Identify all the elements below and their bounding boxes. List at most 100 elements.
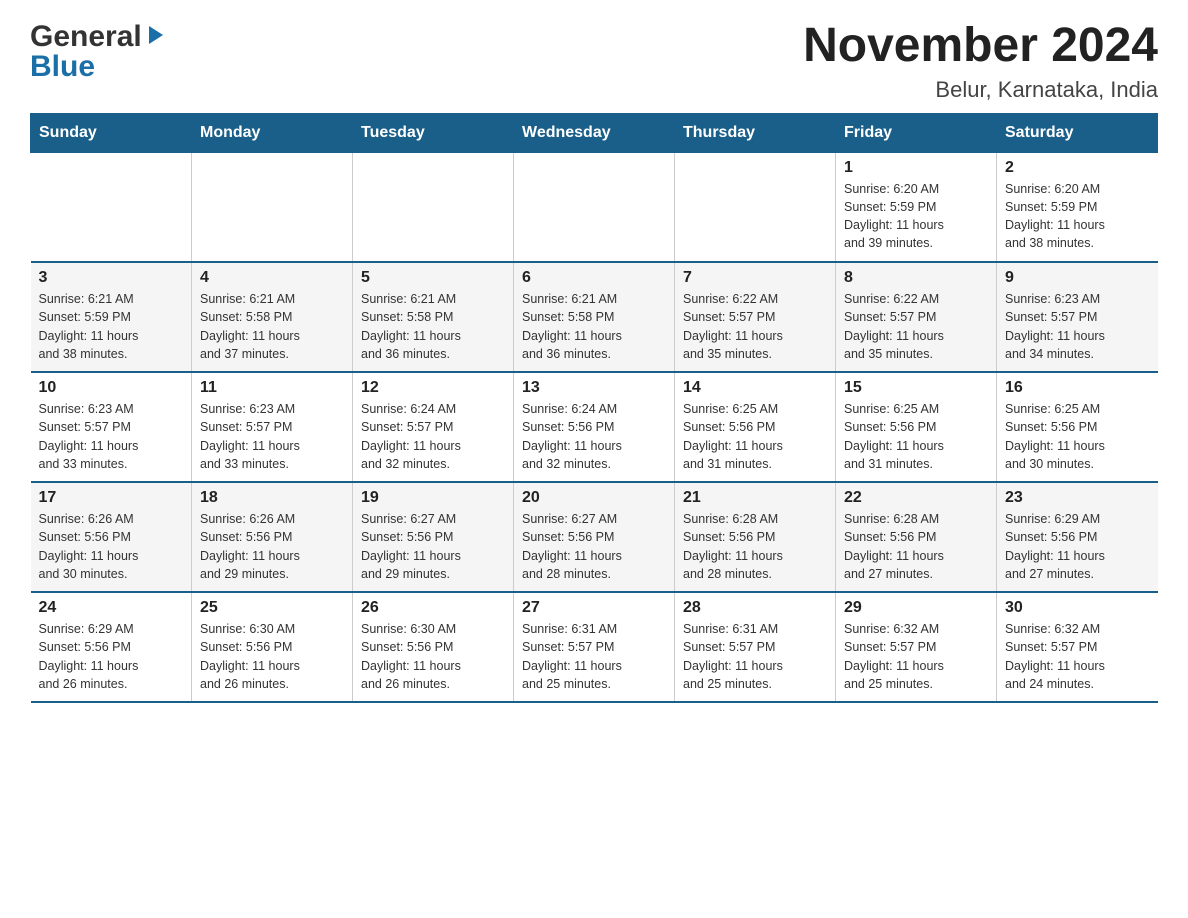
- header-day-saturday: Saturday: [997, 113, 1158, 152]
- calendar-week-4: 17Sunrise: 6:26 AM Sunset: 5:56 PM Dayli…: [31, 482, 1158, 592]
- header-day-monday: Monday: [192, 113, 353, 152]
- day-info: Sunrise: 6:31 AM Sunset: 5:57 PM Dayligh…: [522, 620, 666, 693]
- day-number: 15: [844, 379, 988, 397]
- header-day-friday: Friday: [836, 113, 997, 152]
- day-number: 11: [200, 379, 344, 397]
- day-info: Sunrise: 6:22 AM Sunset: 5:57 PM Dayligh…: [844, 290, 988, 363]
- day-info: Sunrise: 6:23 AM Sunset: 5:57 PM Dayligh…: [39, 400, 184, 473]
- month-title: November 2024: [803, 20, 1158, 73]
- calendar-cell: 19 Sunrise: 6:27 AM Sunset: 5:56 PM Dayli…: [353, 482, 514, 592]
- header-row: SundayMondayTuesdayWednesdayThursdayFrid…: [31, 113, 1158, 152]
- calendar-cell: 20Sunrise: 6:27 AM Sunset: 5:56 PM Dayli…: [514, 482, 675, 592]
- day-number: 25: [200, 599, 344, 617]
- day-info: Sunrise: 6:24 AM Sunset: 5:56 PM Dayligh…: [522, 400, 666, 473]
- day-number: 22: [844, 489, 988, 507]
- day-info: Sunrise: 6:26 AM Sunset: 5:56 PM Dayligh…: [200, 510, 344, 583]
- calendar-cell: [675, 152, 836, 262]
- day-number: 19: [361, 489, 505, 507]
- calendar-week-3: 10Sunrise: 6:23 AM Sunset: 5:57 PM Dayli…: [31, 372, 1158, 482]
- logo-blue-text: Blue: [30, 50, 95, 84]
- day-info: Sunrise: 6:26 AM Sunset: 5:56 PM Dayligh…: [39, 510, 184, 583]
- day-info: Sunrise: 6:31 AM Sunset: 5:57 PM Dayligh…: [683, 620, 827, 693]
- day-info: Sunrise: 6:24 AM Sunset: 5:57 PM Dayligh…: [361, 400, 505, 473]
- calendar-cell: 3Sunrise: 6:21 AM Sunset: 5:59 PM Daylig…: [31, 262, 192, 372]
- calendar-cell: [192, 152, 353, 262]
- logo-general-text: General: [30, 20, 142, 54]
- day-info: Sunrise: 6:32 AM Sunset: 5:57 PM Dayligh…: [1005, 620, 1150, 693]
- day-number: 13: [522, 379, 666, 397]
- calendar-cell: 16 Sunrise: 6:25 AM Sunset: 5:56 PM Dayli…: [997, 372, 1158, 482]
- day-number: 4: [200, 269, 344, 287]
- page-header: General Blue November 2024 Belur, Karnat…: [30, 20, 1158, 103]
- calendar-cell: 8 Sunrise: 6:22 AM Sunset: 5:57 PM Daylig…: [836, 262, 997, 372]
- day-info: Sunrise: 6:29 AM Sunset: 5:56 PM Dayligh…: [1005, 510, 1150, 583]
- day-number: 7: [683, 269, 827, 287]
- day-info: Sunrise: 6:27 AM Sunset: 5:56 PM Dayligh…: [361, 510, 505, 583]
- day-number: 21: [683, 489, 827, 507]
- calendar-cell: 25Sunrise: 6:30 AM Sunset: 5:56 PM Dayli…: [192, 592, 353, 702]
- day-info: Sunrise: 6:29 AM Sunset: 5:56 PM Dayligh…: [39, 620, 184, 693]
- day-info: Sunrise: 6:21 AM Sunset: 5:58 PM Dayligh…: [200, 290, 344, 363]
- day-number: 27: [522, 599, 666, 617]
- day-number: 16: [1005, 379, 1150, 397]
- header-day-wednesday: Wednesday: [514, 113, 675, 152]
- calendar-cell: 7 Sunrise: 6:22 AM Sunset: 5:57 PM Daylig…: [675, 262, 836, 372]
- calendar-body: 1 Sunrise: 6:20 AM Sunset: 5:59 PM Daylig…: [31, 152, 1158, 702]
- day-info: Sunrise: 6:25 AM Sunset: 5:56 PM Dayligh…: [844, 400, 988, 473]
- calendar-week-1: 1 Sunrise: 6:20 AM Sunset: 5:59 PM Daylig…: [31, 152, 1158, 262]
- day-number: 1: [844, 159, 988, 177]
- day-info: Sunrise: 6:20 AM Sunset: 5:59 PM Dayligh…: [844, 180, 988, 253]
- calendar-cell: 24 Sunrise: 6:29 AM Sunset: 5:56 PM Dayli…: [31, 592, 192, 702]
- location-subtitle: Belur, Karnataka, India: [803, 77, 1158, 103]
- calendar-cell: 17Sunrise: 6:26 AM Sunset: 5:56 PM Dayli…: [31, 482, 192, 592]
- day-number: 6: [522, 269, 666, 287]
- header-day-sunday: Sunday: [31, 113, 192, 152]
- header-day-tuesday: Tuesday: [353, 113, 514, 152]
- calendar-cell: 14 Sunrise: 6:25 AM Sunset: 5:56 PM Dayli…: [675, 372, 836, 482]
- calendar-cell: 9Sunrise: 6:23 AM Sunset: 5:57 PM Daylig…: [997, 262, 1158, 372]
- calendar-cell: 5 Sunrise: 6:21 AM Sunset: 5:58 PM Daylig…: [353, 262, 514, 372]
- day-info: Sunrise: 6:25 AM Sunset: 5:56 PM Dayligh…: [1005, 400, 1150, 473]
- day-number: 26: [361, 599, 505, 617]
- day-info: Sunrise: 6:30 AM Sunset: 5:56 PM Dayligh…: [361, 620, 505, 693]
- day-number: 30: [1005, 599, 1150, 617]
- calendar-cell: 21 Sunrise: 6:28 AM Sunset: 5:56 PM Dayli…: [675, 482, 836, 592]
- day-number: 18: [200, 489, 344, 507]
- day-number: 24: [39, 599, 184, 617]
- calendar-cell: 18 Sunrise: 6:26 AM Sunset: 5:56 PM Dayli…: [192, 482, 353, 592]
- calendar-week-2: 3Sunrise: 6:21 AM Sunset: 5:59 PM Daylig…: [31, 262, 1158, 372]
- calendar-cell: 12 Sunrise: 6:24 AM Sunset: 5:57 PM Dayli…: [353, 372, 514, 482]
- header-day-thursday: Thursday: [675, 113, 836, 152]
- day-info: Sunrise: 6:22 AM Sunset: 5:57 PM Dayligh…: [683, 290, 827, 363]
- calendar-table: SundayMondayTuesdayWednesdayThursdayFrid…: [30, 113, 1158, 704]
- day-info: Sunrise: 6:28 AM Sunset: 5:56 PM Dayligh…: [844, 510, 988, 583]
- day-number: 12: [361, 379, 505, 397]
- calendar-cell: 28 Sunrise: 6:31 AM Sunset: 5:57 PM Dayli…: [675, 592, 836, 702]
- calendar-cell: [514, 152, 675, 262]
- day-number: 14: [683, 379, 827, 397]
- day-info: Sunrise: 6:28 AM Sunset: 5:56 PM Dayligh…: [683, 510, 827, 583]
- calendar-cell: 6Sunrise: 6:21 AM Sunset: 5:58 PM Daylig…: [514, 262, 675, 372]
- calendar-cell: 4 Sunrise: 6:21 AM Sunset: 5:58 PM Daylig…: [192, 262, 353, 372]
- day-info: Sunrise: 6:20 AM Sunset: 5:59 PM Dayligh…: [1005, 180, 1150, 253]
- calendar-cell: 11Sunrise: 6:23 AM Sunset: 5:57 PM Dayli…: [192, 372, 353, 482]
- day-number: 2: [1005, 159, 1150, 177]
- logo-arrow-icon: [145, 24, 167, 51]
- calendar-cell: 1 Sunrise: 6:20 AM Sunset: 5:59 PM Daylig…: [836, 152, 997, 262]
- day-number: 8: [844, 269, 988, 287]
- calendar-cell: 23 Sunrise: 6:29 AM Sunset: 5:56 PM Dayli…: [997, 482, 1158, 592]
- day-number: 20: [522, 489, 666, 507]
- calendar-header: SundayMondayTuesdayWednesdayThursdayFrid…: [31, 113, 1158, 152]
- day-number: 5: [361, 269, 505, 287]
- title-block: November 2024 Belur, Karnataka, India: [803, 20, 1158, 103]
- calendar-cell: [353, 152, 514, 262]
- day-info: Sunrise: 6:21 AM Sunset: 5:58 PM Dayligh…: [361, 290, 505, 363]
- logo: General Blue: [30, 20, 167, 84]
- calendar-cell: 29Sunrise: 6:32 AM Sunset: 5:57 PM Dayli…: [836, 592, 997, 702]
- day-info: Sunrise: 6:25 AM Sunset: 5:56 PM Dayligh…: [683, 400, 827, 473]
- day-number: 28: [683, 599, 827, 617]
- calendar-cell: 13 Sunrise: 6:24 AM Sunset: 5:56 PM Dayli…: [514, 372, 675, 482]
- calendar-cell: 27 Sunrise: 6:31 AM Sunset: 5:57 PM Dayli…: [514, 592, 675, 702]
- calendar-cell: 22 Sunrise: 6:28 AM Sunset: 5:56 PM Dayli…: [836, 482, 997, 592]
- day-number: 23: [1005, 489, 1150, 507]
